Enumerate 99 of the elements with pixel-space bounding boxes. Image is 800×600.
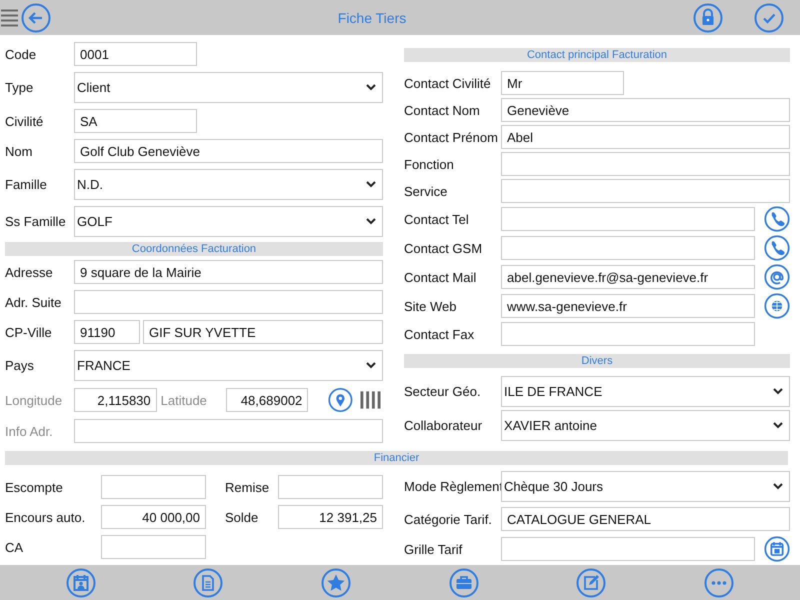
input-field[interactable]: 9 square de la Mairie bbox=[74, 260, 383, 284]
menu-icon[interactable] bbox=[1, 8, 18, 28]
edit-icon[interactable] bbox=[576, 568, 606, 598]
field-label: CP-Ville bbox=[5, 324, 53, 340]
dropdown-value: N.D. bbox=[77, 177, 103, 192]
field-label: Contact GSM bbox=[404, 240, 484, 256]
field-label: Remise bbox=[224, 480, 270, 494]
input-field[interactable] bbox=[501, 537, 755, 561]
field-label: Code bbox=[5, 46, 38, 62]
checkmark-icon[interactable] bbox=[754, 2, 784, 32]
input-field[interactable] bbox=[74, 290, 383, 314]
field-label: Adr. Suite bbox=[5, 294, 62, 310]
input-field[interactable]: 0001 bbox=[74, 42, 197, 66]
field-label: Collaborateur bbox=[404, 418, 484, 433]
more-icon[interactable] bbox=[704, 568, 734, 598]
input-field[interactable]: GIF SUR YVETTE bbox=[143, 320, 383, 344]
input-field[interactable]: www.sa-genevieve.fr bbox=[501, 294, 755, 318]
dropdown[interactable]: N.D. bbox=[74, 169, 383, 200]
calendar-person-icon[interactable] bbox=[66, 568, 96, 598]
lock-icon[interactable] bbox=[693, 2, 723, 32]
field-label: Encours auto. bbox=[5, 510, 86, 524]
field-label: Famille bbox=[5, 177, 48, 192]
dropdown-value: Client bbox=[77, 80, 110, 95]
dropdown-value: ILE DE FRANCE bbox=[504, 384, 602, 399]
dropdown[interactable]: XAVIER antoine bbox=[501, 410, 790, 441]
input-field[interactable]: Mr bbox=[501, 71, 624, 95]
phone-icon[interactable] bbox=[764, 206, 790, 232]
chevron-icon bbox=[366, 362, 376, 369]
chevron-icon bbox=[366, 181, 376, 188]
field-label: Ss Famille bbox=[5, 214, 67, 229]
input-field[interactable] bbox=[74, 419, 383, 443]
at-sign-icon[interactable] bbox=[764, 264, 790, 290]
field-label: Grille Tarif bbox=[404, 542, 464, 556]
section-header: Divers bbox=[404, 354, 790, 368]
field-label: Adresse bbox=[5, 264, 54, 280]
chevron-icon bbox=[773, 388, 783, 395]
field-label: Type bbox=[5, 80, 34, 95]
input-field[interactable] bbox=[501, 152, 790, 176]
input-field[interactable]: abel.genevieve.fr@sa-genevieve.fr bbox=[501, 265, 755, 289]
globe-icon[interactable] bbox=[764, 293, 790, 319]
input-field[interactable] bbox=[101, 475, 206, 499]
field-label: Solde bbox=[224, 510, 260, 524]
input-field[interactable] bbox=[501, 207, 755, 231]
barcode-icon[interactable] bbox=[360, 391, 383, 409]
field-label: Secteur Géo. bbox=[404, 384, 482, 399]
dropdown[interactable]: ILE DE FRANCE bbox=[501, 376, 790, 407]
field-label: Longitude bbox=[5, 392, 64, 408]
input-field[interactable]: 12 391,25 bbox=[278, 505, 383, 529]
input-field[interactable] bbox=[101, 535, 206, 559]
calendar-icon[interactable] bbox=[764, 536, 790, 562]
field-label: Site Web bbox=[404, 298, 458, 314]
field-label: Contact Nom bbox=[404, 102, 481, 118]
chevron-icon bbox=[366, 84, 376, 91]
field-label: Mode Règlement bbox=[404, 479, 501, 494]
input-field[interactable] bbox=[501, 322, 755, 346]
document-icon[interactable] bbox=[193, 568, 224, 598]
section-header: Contact principal Facturation bbox=[404, 48, 790, 62]
dropdown-value: Chèque 30 Jours bbox=[504, 479, 604, 494]
window-title: Fiche Tiers bbox=[336, 10, 408, 26]
input-field[interactable] bbox=[278, 475, 383, 499]
input-field[interactable]: 91190 bbox=[74, 320, 140, 344]
briefcase-icon[interactable] bbox=[448, 568, 479, 598]
field-label: Contact Tel bbox=[404, 212, 470, 226]
field-label: Contact Civilité bbox=[404, 76, 492, 90]
chevron-icon bbox=[773, 483, 783, 490]
field-label: CA bbox=[5, 540, 24, 554]
section-header: Coordonnées Facturation bbox=[5, 242, 383, 256]
field-label: Service bbox=[404, 184, 448, 198]
input-field[interactable] bbox=[501, 236, 755, 260]
input-field[interactable] bbox=[501, 179, 790, 203]
dropdown-value: FRANCE bbox=[77, 358, 130, 373]
dropdown[interactable]: FRANCE bbox=[74, 350, 383, 381]
field-label: Catégorie Tarif. bbox=[404, 512, 493, 526]
field-label: Contact Prénom bbox=[404, 130, 499, 144]
phone-icon[interactable] bbox=[764, 235, 790, 261]
input-field[interactable]: Golf Club Geneviève bbox=[74, 139, 383, 163]
field-label: Contact Fax bbox=[404, 326, 476, 342]
dropdown[interactable]: Client bbox=[74, 72, 383, 103]
chevron-icon bbox=[773, 422, 783, 429]
field-label: Nom bbox=[5, 144, 34, 158]
dropdown-value: XAVIER antoine bbox=[504, 418, 597, 433]
map-pin-icon[interactable] bbox=[328, 387, 354, 413]
dropdown-value: GOLF bbox=[77, 214, 112, 229]
input-field[interactable]: SA bbox=[74, 109, 197, 133]
field-label: Contact Mail bbox=[404, 270, 478, 284]
field-label: Pays bbox=[5, 358, 35, 373]
input-field[interactable]: Abel bbox=[501, 125, 790, 149]
input-field[interactable]: Geneviève bbox=[501, 98, 790, 122]
field-label: Civilité bbox=[5, 114, 44, 128]
chevron-icon bbox=[366, 218, 376, 225]
dropdown[interactable]: Chèque 30 Jours bbox=[501, 471, 790, 502]
field-label: Info Adr. bbox=[5, 424, 54, 438]
input-field[interactable]: CATALOGUE GENERAL bbox=[501, 507, 790, 531]
input-field[interactable]: 40 000,00 bbox=[101, 505, 206, 529]
section-header: Financier bbox=[5, 451, 788, 465]
field-label: Latitude bbox=[160, 392, 208, 408]
field-label: Escompte bbox=[5, 480, 64, 494]
dropdown[interactable]: GOLF bbox=[74, 206, 383, 237]
field-label: Fonction bbox=[404, 156, 455, 172]
